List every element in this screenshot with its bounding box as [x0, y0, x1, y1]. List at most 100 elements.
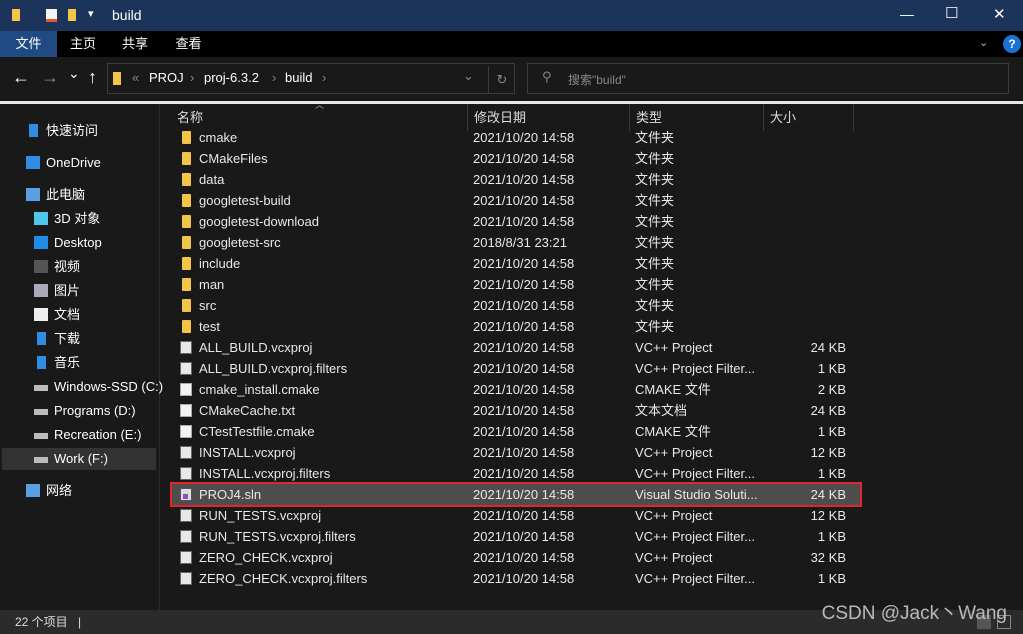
file-row[interactable]: RUN_TESTS.vcxproj 2021/10/20 14:58 VC++ Pr… — [172, 505, 858, 526]
file-name: test — [199, 319, 220, 334]
sidebar-item-label: 此电脑 — [46, 187, 86, 202]
file-type: VC++ Project Filter... — [635, 529, 755, 544]
file-row[interactable]: PROJ4.sln 2021/10/20 14:58 Visual Studio S… — [170, 482, 862, 507]
tab-file[interactable]: 文件 — [0, 31, 57, 57]
sidebar-item[interactable]: Programs (D:) — [2, 400, 156, 422]
file-row[interactable]: data 2021/10/20 14:58 文件夹 — [172, 169, 858, 190]
file-size: 1 KB — [817, 529, 846, 544]
search-input[interactable]: 搜索"build" — [568, 71, 626, 88]
file-row[interactable]: CMakeCache.txt 2021/10/20 14:58 文本文档 24 KB — [172, 400, 858, 421]
tab-view[interactable]: 查看 — [161, 31, 216, 57]
file-date: 2021/10/20 14:58 — [473, 361, 575, 376]
status-divider: | — [78, 615, 82, 629]
sidebar-item[interactable]: 网络 — [2, 480, 156, 502]
folder-icon — [182, 278, 191, 291]
file-row[interactable]: ALL_BUILD.vcxproj.filters 2021/10/20 14:5… — [172, 358, 858, 379]
sidebar-item[interactable]: 此电脑 — [2, 184, 156, 206]
file-row[interactable]: CTestTestfile.cmake 2021/10/20 14:58 CMAKE… — [172, 421, 858, 442]
sidebar-item[interactable]: 3D 对象 — [2, 208, 156, 230]
file-row[interactable]: ZERO_CHECK.vcxproj 2021/10/20 14:58 VC++ P… — [172, 547, 858, 568]
maximize-button[interactable]: ☐ — [945, 4, 958, 22]
breadcrumb-proj[interactable]: PROJ — [149, 70, 184, 85]
file-name: ALL_BUILD.vcxproj — [199, 340, 313, 355]
forward-button[interactable]: → — [41, 67, 59, 88]
sidebar-item[interactable]: Work (F:) — [2, 448, 156, 470]
file-name: man — [199, 277, 225, 292]
breadcrumb-build[interactable]: build — [285, 70, 312, 85]
up-button[interactable]: ↑ — [88, 67, 97, 88]
download-icon — [37, 332, 46, 345]
sidebar-item[interactable]: 下载 — [2, 328, 156, 350]
file-date: 2021/10/20 14:58 — [473, 277, 575, 292]
drive-icon — [34, 409, 48, 415]
file-size: 1 KB — [817, 466, 846, 481]
refresh-button[interactable]: ↻ — [488, 66, 515, 93]
tab-share[interactable]: 共享 — [109, 31, 161, 57]
file-row[interactable]: INSTALL.vcxproj 2021/10/20 14:58 VC++ Proj… — [172, 442, 858, 463]
file-date: 2021/10/20 14:58 — [473, 130, 575, 145]
sidebar-item[interactable]: Recreation (E:) — [2, 424, 156, 446]
sidebar-item-label: 图片 — [54, 283, 81, 298]
file-size: 24 KB — [810, 403, 846, 418]
sidebar-item[interactable]: 图片 — [2, 280, 156, 302]
folder-icon — [182, 194, 191, 207]
minimize-button[interactable]: — — [900, 6, 914, 22]
expand-ribbon-icon[interactable]: ⌄ — [979, 36, 988, 49]
project-file-icon — [180, 467, 192, 480]
sidebar-item-label: OneDrive — [46, 155, 101, 170]
sidebar-item-label: Recreation (E:) — [54, 427, 142, 442]
file-row[interactable]: CMakeFiles 2021/10/20 14:58 文件夹 — [172, 148, 858, 169]
file-name: src — [199, 298, 217, 313]
item-count: 22 个项目 — [15, 615, 68, 629]
file-row[interactable]: man 2021/10/20 14:58 文件夹 — [172, 274, 858, 295]
file-row[interactable]: src 2021/10/20 14:58 文件夹 — [172, 295, 858, 316]
sidebar-item[interactable]: Windows-SSD (C:) — [2, 376, 163, 398]
picture-icon — [34, 284, 48, 297]
file-row[interactable]: test 2021/10/20 14:58 文件夹 — [172, 316, 858, 337]
file-type: 文本文档 — [635, 403, 688, 418]
sidebar-item[interactable]: 快速访问 — [2, 120, 156, 142]
file-date: 2021/10/20 14:58 — [473, 466, 575, 481]
sidebar-item[interactable]: Desktop — [2, 232, 156, 254]
chevron-right-icon: › — [190, 70, 195, 85]
tab-home[interactable]: 主页 — [57, 31, 109, 57]
customize-chevron-icon[interactable]: ▾ — [88, 7, 94, 20]
folder-icon — [182, 131, 191, 144]
chevron-right-icon: › — [272, 70, 277, 85]
search-box[interactable]: ⚲ 搜索"build" — [527, 63, 1009, 94]
file-name: ALL_BUILD.vcxproj.filters — [199, 361, 348, 376]
sidebar-item[interactable]: 视频 — [2, 256, 156, 278]
file-row[interactable]: INSTALL.vcxproj.filters 2021/10/20 14:58 V… — [172, 463, 858, 484]
file-date: 2021/10/20 14:58 — [473, 298, 575, 313]
help-button[interactable]: ? — [1003, 35, 1021, 53]
properties-icon[interactable] — [46, 9, 57, 22]
file-row[interactable]: RUN_TESTS.vcxproj.filters 2021/10/20 14:5… — [172, 526, 858, 547]
file-date: 2021/10/20 14:58 — [473, 151, 575, 166]
file-row[interactable]: ALL_BUILD.vcxproj 2021/10/20 14:58 VC++ Pr… — [172, 337, 858, 358]
file-row[interactable]: googletest-build 2021/10/20 14:58 文件夹 — [172, 190, 858, 211]
address-history-chevron-icon[interactable]: ⌄ — [463, 68, 474, 84]
address-bar[interactable]: « PROJ › proj-6.3.2 › build › ⌄ ↻ — [107, 63, 515, 94]
recent-locations-button[interactable]: ⌄ — [68, 65, 80, 82]
file-row[interactable]: googletest-src 2018/8/31 23:21 文件夹 — [172, 232, 858, 253]
new-folder-icon[interactable] — [68, 9, 76, 21]
sidebar-item[interactable]: 音乐 — [2, 352, 156, 374]
project-file-icon — [180, 341, 192, 354]
file-row[interactable]: cmake 2021/10/20 14:58 文件夹 — [172, 127, 858, 148]
sidebar-item[interactable]: 文档 — [2, 304, 156, 326]
file-row[interactable]: cmake_install.cmake 2021/10/20 14:58 CMAKE… — [172, 379, 858, 400]
file-date: 2021/10/20 14:58 — [473, 256, 575, 271]
file-name: RUN_TESTS.vcxproj.filters — [199, 529, 356, 544]
file-row[interactable]: include 2021/10/20 14:58 文件夹 — [172, 253, 858, 274]
file-size: 12 KB — [810, 445, 846, 460]
project-file-icon — [180, 530, 192, 543]
overflow-icon[interactable]: « — [132, 70, 139, 85]
breadcrumb-proj-version[interactable]: proj-6.3.2 — [204, 70, 259, 85]
close-button[interactable]: ✕ — [993, 5, 1006, 23]
file-row[interactable]: ZERO_CHECK.vcxproj.filters 2021/10/20 14:… — [172, 568, 858, 589]
sidebar-item[interactable]: OneDrive — [2, 152, 156, 174]
file-type: 文件夹 — [635, 193, 675, 208]
back-button[interactable]: ← — [12, 67, 30, 88]
project-file-icon — [180, 572, 192, 585]
file-row[interactable]: googletest-download 2021/10/20 14:58 文件夹 — [172, 211, 858, 232]
